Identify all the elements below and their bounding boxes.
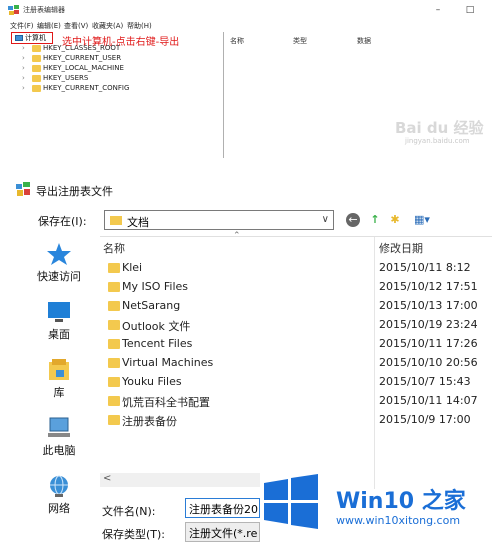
registry-editor-window: 注册表编辑器 – □ 文件(F) 编辑(E) 查看(V) 收藏夹(A) 帮助(H…: [0, 0, 492, 160]
folder-icon: [108, 263, 120, 273]
column-header-name[interactable]: 名称: [103, 240, 125, 256]
save-in-label: 保存在(I):: [38, 215, 87, 228]
file-name-label: 文件名(N):: [102, 505, 156, 518]
win10-watermark-url: www.win10xitong.com: [336, 514, 461, 527]
title-bar: 注册表编辑器 – □: [0, 0, 492, 20]
folder-icon: [108, 282, 120, 292]
computer-icon: [48, 417, 70, 437]
folder-icon: [108, 377, 120, 387]
library-icon: [49, 359, 69, 380]
win10-watermark-brand: Win10 之家: [336, 489, 466, 514]
registry-tree-pane: › HKEY_CLASSES_ROOT › HKEY_CURRENT_USER …: [0, 32, 224, 158]
instruction-annotation: 选中计算机-点击右键-导出: [62, 37, 180, 48]
folder-icon: [110, 216, 122, 225]
folder-icon: [32, 75, 41, 82]
folder-icon: [32, 65, 41, 72]
computer-icon: [15, 35, 23, 41]
chevron-right-icon[interactable]: ›: [22, 54, 28, 62]
column-header-type[interactable]: 类型: [293, 36, 307, 46]
windows-logo-icon: [264, 474, 318, 529]
window-title: 注册表编辑器: [23, 6, 65, 14]
registry-app-icon: [8, 5, 19, 15]
chevron-right-icon[interactable]: ›: [22, 84, 28, 92]
folder-icon: [32, 45, 41, 52]
place-libraries[interactable]: 库: [20, 354, 98, 414]
menu-bar: 文件(F) 编辑(E) 查看(V) 收藏夹(A) 帮助(H): [0, 20, 492, 32]
file-name-input[interactable]: 注册表备份201: [185, 498, 260, 518]
place-this-pc[interactable]: 此电脑: [20, 412, 98, 472]
baidu-watermark-url: jingyan.baidu.com: [405, 137, 470, 145]
list-item[interactable]: Outlook 文件 2015/10/19 23:24: [100, 316, 492, 335]
menu-edit[interactable]: 编辑(E): [37, 21, 61, 31]
places-bar: 快速访问 桌面 库 此电脑 网络: [20, 238, 98, 538]
column-header-data[interactable]: 数据: [357, 36, 371, 46]
list-item[interactable]: My ISO Files 2015/10/12 17:51: [100, 278, 492, 297]
folder-icon: [32, 85, 41, 92]
horizontal-scrollbar[interactable]: <: [100, 473, 260, 487]
list-item[interactable]: 注册表备份 2015/10/9 17:00: [100, 411, 492, 430]
list-item[interactable]: Tencent Files 2015/10/11 17:26: [100, 335, 492, 354]
folder-icon: [32, 55, 41, 62]
list-item[interactable]: Virtual Machines 2015/10/10 20:56: [100, 354, 492, 373]
minimize-button[interactable]: –: [430, 3, 446, 17]
menu-help[interactable]: 帮助(H): [127, 21, 152, 31]
chevron-right-icon[interactable]: ›: [22, 74, 28, 82]
menu-favorites[interactable]: 收藏夹(A): [92, 21, 123, 31]
registry-app-icon: [16, 182, 30, 196]
folder-icon: [108, 358, 120, 368]
place-quick-access[interactable]: 快速访问: [20, 238, 98, 298]
menu-view[interactable]: 查看(V): [64, 21, 88, 31]
list-item[interactable]: NetSarang 2015/10/13 17:00: [100, 297, 492, 316]
place-network[interactable]: 网络: [20, 470, 98, 530]
list-item[interactable]: 饥荒百科全书配置 2015/10/11 14:07: [100, 392, 492, 411]
folder-icon: [108, 301, 120, 311]
sort-ascending-icon: ⌃: [233, 231, 241, 241]
dialog-title: 导出注册表文件: [36, 185, 113, 198]
list-item[interactable]: Klei 2015/10/11 8:12: [100, 259, 492, 278]
up-folder-icon[interactable]: ↑: [368, 213, 382, 227]
tree-item-computer[interactable]: 计算机: [11, 32, 53, 44]
menu-file[interactable]: 文件(F): [10, 21, 34, 31]
column-header-modified[interactable]: 修改日期: [379, 240, 423, 256]
chevron-down-icon[interactable]: ∨: [322, 214, 329, 225]
folder-icon: [108, 320, 120, 330]
place-desktop[interactable]: 桌面: [20, 296, 98, 356]
desktop-icon: [48, 302, 70, 322]
scroll-left-icon[interactable]: <: [103, 473, 111, 484]
chevron-right-icon[interactable]: ›: [22, 44, 28, 52]
star-icon: [47, 243, 71, 265]
folder-icon: [108, 396, 120, 406]
network-globe-icon: [50, 475, 68, 497]
maximize-button[interactable]: □: [462, 3, 478, 17]
save-type-select[interactable]: 注册文件(*.re: [185, 522, 260, 542]
save-type-label: 保存类型(T):: [102, 528, 166, 541]
file-list: ⌃ 名称 修改日期 Klei 2015/10/11 8:12 My ISO Fil…: [100, 231, 492, 489]
folder-icon: [108, 339, 120, 349]
list-item[interactable]: Youku Files 2015/10/7 15:43: [100, 373, 492, 392]
folder-icon: [108, 415, 120, 425]
baidu-watermark: Bai du 经验: [395, 119, 484, 137]
column-header-name[interactable]: 名称: [230, 36, 244, 46]
chevron-right-icon[interactable]: ›: [22, 64, 28, 72]
view-menu-icon[interactable]: ▦▾: [410, 213, 434, 227]
save-in-dropdown[interactable]: 文档 ∨: [104, 210, 334, 230]
back-icon[interactable]: ←: [346, 213, 360, 227]
new-folder-icon[interactable]: ✱: [388, 213, 402, 227]
